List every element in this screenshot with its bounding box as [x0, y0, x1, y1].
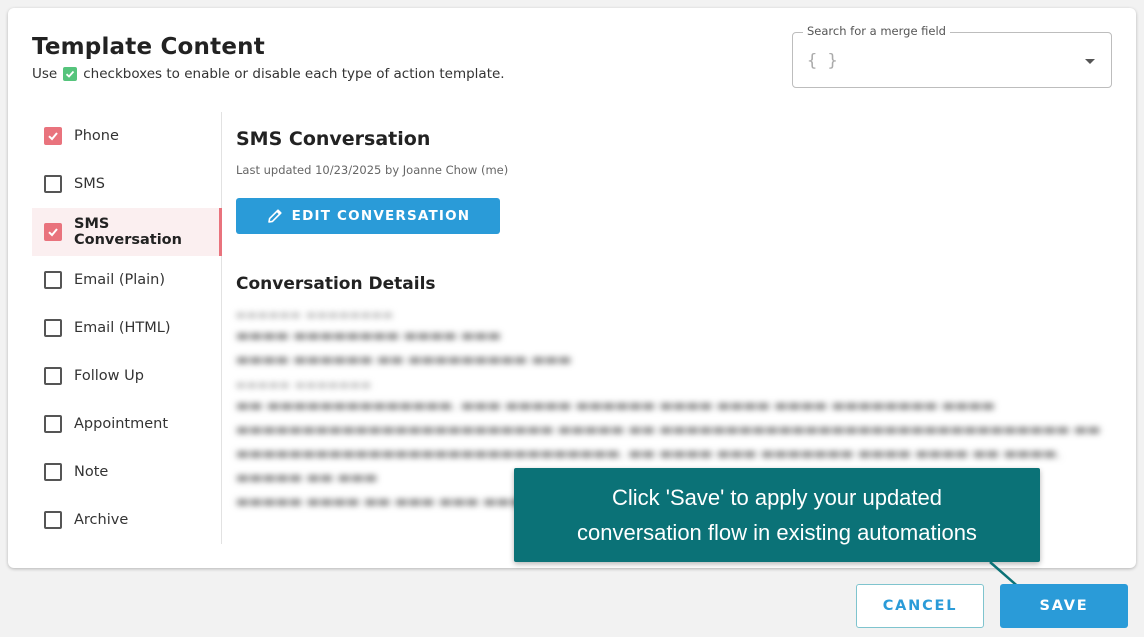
save-hint-tooltip: Click 'Save' to apply your updated conve…	[514, 468, 1040, 562]
merge-field-select[interactable]: Search for a merge field { }	[792, 24, 1112, 88]
pencil-icon	[267, 209, 282, 223]
conversation-details-title: Conversation Details	[236, 274, 436, 294]
sidebar-item-follow-up[interactable]: Follow Up	[32, 352, 221, 400]
checkbox-checked-icon[interactable]	[44, 223, 62, 241]
checkbox-checked-icon[interactable]	[44, 127, 62, 145]
chevron-down-icon[interactable]	[1085, 59, 1095, 64]
cancel-button[interactable]: CANCEL	[856, 584, 984, 628]
last-updated-text: Last updated 10/23/2025 by Joanne Chow (…	[236, 163, 509, 177]
sidebar-item-label: SMS	[74, 176, 105, 192]
sidebar-item-label: SMS Conversation	[74, 216, 182, 248]
checkbox-unchecked-icon[interactable]	[44, 415, 62, 433]
checkbox-unchecked-icon[interactable]	[44, 511, 62, 529]
sidebar-item-email-html[interactable]: Email (HTML)	[32, 304, 221, 352]
sidebar-item-sms-conversation[interactable]: SMS Conversation	[32, 208, 222, 256]
sidebar-item-label: Appointment	[74, 416, 169, 432]
merge-field-value: { }	[807, 51, 838, 71]
page-subtitle: Use checkboxes to enable or disable each…	[32, 66, 505, 82]
sidebar-item-label: Email (HTML)	[74, 320, 171, 336]
sidebar-item-appointment[interactable]: Appointment	[32, 400, 221, 448]
tooltip-line-2: conversation flow in existing automation…	[577, 520, 977, 545]
checkbox-legend-icon	[63, 67, 78, 81]
sidebar-item-label: Phone	[74, 128, 119, 144]
edit-conversation-button[interactable]: EDIT CONVERSATION	[236, 198, 500, 234]
sidebar-item-sms[interactable]: SMS	[32, 160, 221, 208]
page-title: Template Content	[32, 34, 265, 60]
checkbox-unchecked-icon[interactable]	[44, 463, 62, 481]
tooltip-line-1: Click 'Save' to apply your updated	[611, 485, 943, 510]
subtitle-prefix: Use	[32, 66, 58, 82]
checkbox-unchecked-icon[interactable]	[44, 175, 62, 193]
sidebar-item-phone[interactable]: Phone	[32, 112, 221, 160]
subtitle-suffix: checkboxes to enable or disable each typ…	[83, 66, 505, 82]
sidebar-item-label: Email (Plain)	[74, 272, 166, 288]
save-button[interactable]: SAVE	[1000, 584, 1128, 628]
sidebar-item-label: Note	[74, 464, 109, 480]
sidebar-item-label: Archive	[74, 512, 129, 528]
merge-field-label: Search for a merge field	[803, 24, 950, 38]
checkbox-unchecked-icon[interactable]	[44, 319, 62, 337]
template-type-sidebar: Phone SMS SMS Conversation Email (Plain)…	[32, 112, 222, 544]
edit-conversation-label: EDIT CONVERSATION	[291, 208, 471, 224]
template-title: SMS Conversation	[236, 128, 431, 150]
sidebar-item-archive[interactable]: Archive	[32, 496, 221, 544]
checkbox-unchecked-icon[interactable]	[44, 367, 62, 385]
sidebar-item-label: Follow Up	[74, 368, 144, 384]
checkbox-unchecked-icon[interactable]	[44, 271, 62, 289]
sidebar-item-email-plain[interactable]: Email (Plain)	[32, 256, 221, 304]
sidebar-item-note[interactable]: Note	[32, 448, 221, 496]
